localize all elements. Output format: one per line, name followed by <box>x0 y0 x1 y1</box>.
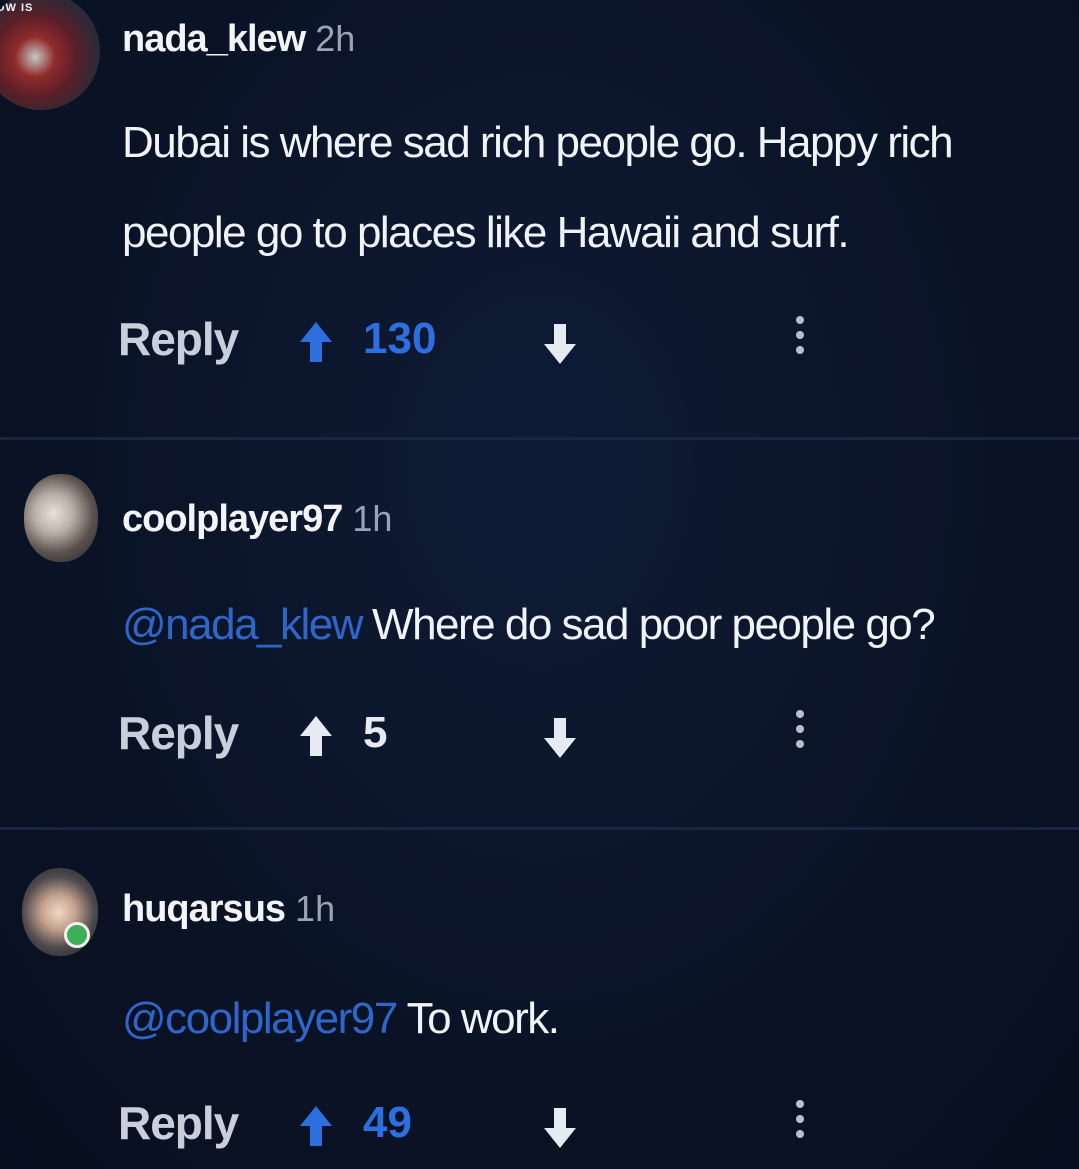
comment-feed: OW IS nada_klew 2h Dubai is where sad ric… <box>0 0 1079 1169</box>
online-badge-icon <box>64 922 90 948</box>
username[interactable]: coolplayer97 <box>122 498 343 540</box>
arrow-up-icon[interactable] <box>296 1104 336 1148</box>
timestamp: 2h <box>315 18 356 59</box>
avatar-flair: OW IS <box>0 2 34 14</box>
mention-link[interactable]: @nada_klew <box>122 600 364 649</box>
comment-actions: Reply 49 <box>118 1092 1058 1162</box>
more-vertical-icon[interactable] <box>790 710 810 764</box>
vote-score: 49 <box>363 1098 412 1147</box>
reply-button[interactable]: Reply <box>118 1096 239 1150</box>
arrow-down-icon[interactable] <box>540 1106 580 1150</box>
arrow-down-icon[interactable] <box>540 322 580 366</box>
mention-link[interactable]: @coolplayer97 <box>122 994 398 1043</box>
comment: huqarsus 1h @coolplayer97 To work. Reply 4… <box>0 830 1079 1169</box>
avatar[interactable]: OW IS <box>0 0 100 110</box>
comment-header: nada_klew 2h <box>122 18 355 61</box>
comment-actions: Reply 5 <box>118 702 1058 772</box>
comment-body: Dubai is where sad rich people go. Happy… <box>122 118 954 257</box>
timestamp: 1h <box>352 498 393 539</box>
vote-score: 130 <box>363 314 437 363</box>
reply-button[interactable]: Reply <box>118 312 239 366</box>
more-vertical-icon[interactable] <box>790 1100 810 1154</box>
more-vertical-icon[interactable] <box>790 316 810 370</box>
arrow-down-icon[interactable] <box>540 716 580 760</box>
arrow-up-icon[interactable] <box>296 714 336 758</box>
reply-button[interactable]: Reply <box>118 706 239 760</box>
username[interactable]: huqarsus <box>122 888 286 930</box>
comment: OW IS nada_klew 2h Dubai is where sad ric… <box>0 0 1079 440</box>
username[interactable]: nada_klew <box>122 18 306 60</box>
comment-body: To work. <box>406 994 560 1043</box>
comment: coolplayer97 1h @nada_klew Where do sad po… <box>0 440 1079 830</box>
comment-body: Where do sad poor people go? <box>372 600 936 649</box>
timestamp: 1h <box>295 888 336 929</box>
vote-score: 5 <box>363 708 388 757</box>
avatar[interactable] <box>24 474 98 562</box>
comment-header: huqarsus 1h <box>122 888 335 931</box>
comment-text: @coolplayer97 To work. <box>122 974 1072 1064</box>
comment-text: Dubai is where sad rich people go. Happy… <box>122 98 1072 278</box>
comment-actions: Reply 130 <box>118 308 1058 378</box>
arrow-up-icon[interactable] <box>296 320 336 364</box>
comment-text: @nada_klew Where do sad poor people go? <box>122 580 1072 670</box>
comment-header: coolplayer97 1h <box>122 498 392 541</box>
